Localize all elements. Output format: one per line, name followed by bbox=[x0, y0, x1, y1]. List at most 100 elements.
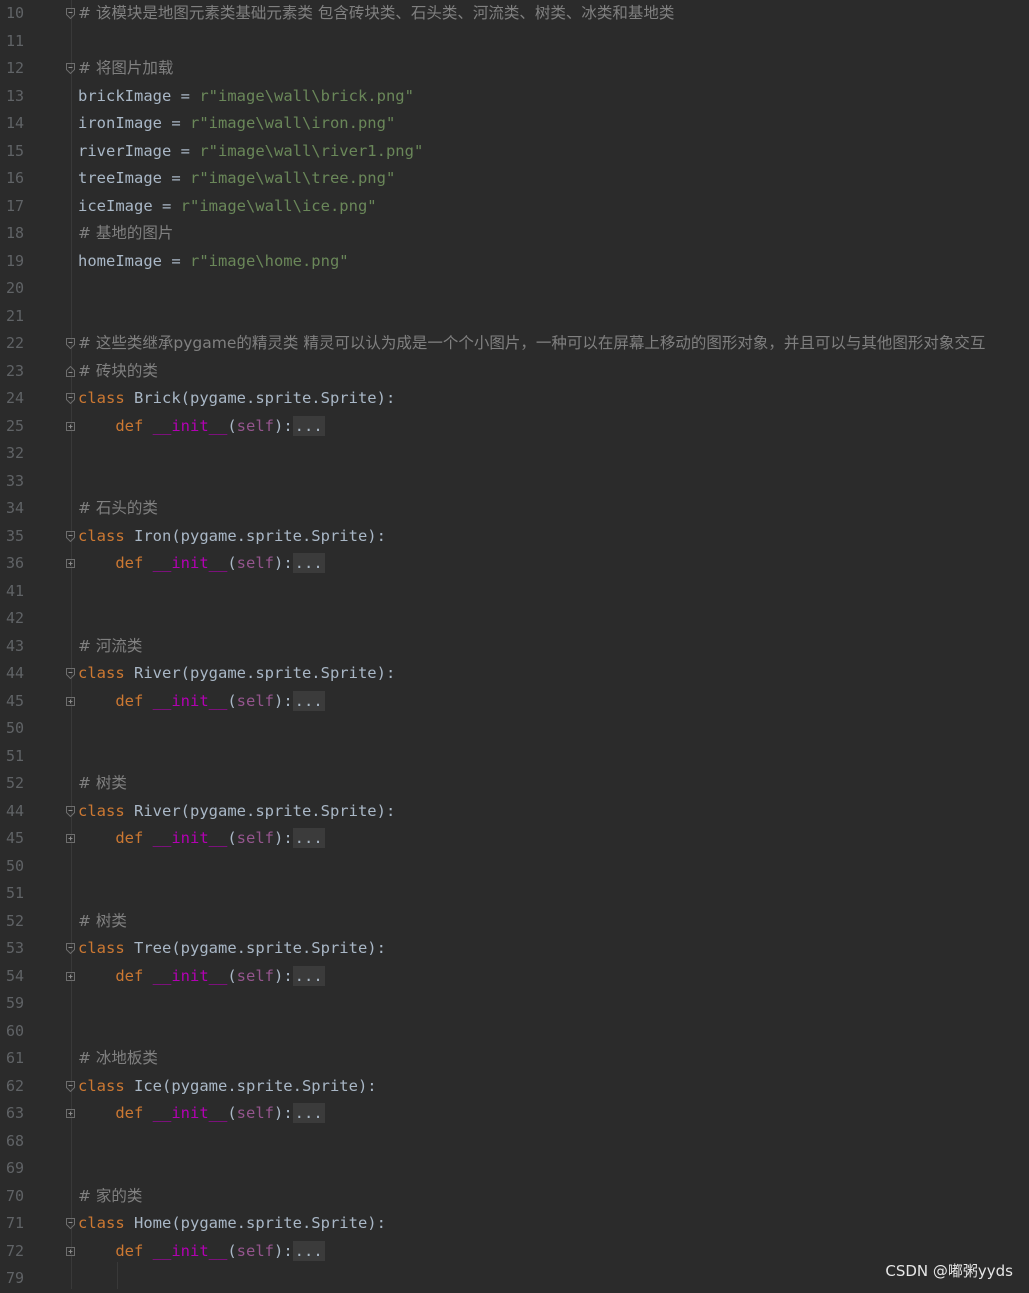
folded-ellipsis[interactable]: ... bbox=[292, 415, 325, 436]
folded-ellipsis[interactable]: ... bbox=[292, 553, 325, 573]
code-line[interactable]: 12 # 将图片加载 bbox=[0, 55, 1029, 83]
fold-open-icon[interactable] bbox=[66, 8, 75, 19]
line-number: 51 bbox=[5, 746, 24, 765]
code-text: iceImage = r"image\wall\ice.png" bbox=[78, 193, 377, 221]
code-line[interactable]: 59 bbox=[0, 990, 1029, 1018]
self-param: self bbox=[236, 554, 274, 572]
fold-expand-icon[interactable] bbox=[66, 696, 75, 707]
code-line[interactable]: 14 ironImage = r"image\wall\iron.png" bbox=[0, 110, 1029, 138]
comment: # 冰地板类 bbox=[78, 1049, 158, 1067]
code-line[interactable]: 62 class Ice(pygame.sprite.Sprite): bbox=[0, 1073, 1029, 1101]
code-line[interactable]: 11 bbox=[0, 28, 1029, 56]
fold-open-icon[interactable] bbox=[66, 1218, 75, 1229]
code-line[interactable]: 70 # 家的类 bbox=[0, 1183, 1029, 1211]
line-number: 36 bbox=[5, 554, 24, 572]
code-line[interactable]: 19 homeImage = r"image\home.png" bbox=[0, 248, 1029, 276]
folded-ellipsis[interactable]: ... bbox=[292, 965, 325, 986]
code-line[interactable]: 18 # 基地的图片 bbox=[0, 220, 1029, 248]
code-text: class Iron(pygame.sprite.Sprite): bbox=[78, 523, 386, 551]
folded-ellipsis[interactable]: ... bbox=[292, 690, 325, 711]
code-line[interactable]: 34 # 石头的类 bbox=[0, 495, 1029, 523]
fold-open-icon[interactable] bbox=[66, 1080, 75, 1092]
fold-expand-icon[interactable] bbox=[66, 1246, 75, 1257]
code-line[interactable]: 53 class Tree(pygame.sprite.Sprite): bbox=[0, 935, 1029, 963]
code-text: # 石头的类 bbox=[78, 495, 158, 523]
string-literal: r"image\wall\ice.png" bbox=[180, 196, 377, 215]
comment: # 该模块是地图元素类基础元素类 包含砖块类、石头类、河流类、树类、冰类和基地类 bbox=[78, 4, 675, 22]
code-line[interactable]: 42 bbox=[0, 605, 1029, 633]
code-line[interactable]: 61 # 冰地板类 bbox=[0, 1045, 1029, 1073]
code-line[interactable]: 51 bbox=[0, 880, 1029, 908]
code-editor[interactable]: 10 # 该模块是地图元素类基础元素类 包含砖块类、石头类、河流类、树类、冰类和基… bbox=[0, 0, 1029, 1289]
comment: # 石头的类 bbox=[78, 499, 158, 517]
fold-open-icon[interactable] bbox=[66, 63, 75, 74]
line-number: 22 bbox=[5, 334, 24, 352]
code-text: class Ice(pygame.sprite.Sprite): bbox=[78, 1073, 377, 1101]
fold-open-icon[interactable] bbox=[66, 668, 75, 679]
code-line[interactable]: 72 def __init__(self):... bbox=[0, 1238, 1029, 1266]
code-line[interactable]: 63 def __init__(self):... bbox=[0, 1100, 1029, 1128]
code-line[interactable]: 32 bbox=[0, 440, 1029, 468]
fold-open-icon[interactable] bbox=[66, 530, 75, 542]
code-line[interactable]: 24 class Brick(pygame.sprite.Sprite): bbox=[0, 385, 1029, 413]
fold-expand-icon[interactable] bbox=[66, 971, 75, 982]
fold-open-icon[interactable] bbox=[66, 338, 75, 349]
keyword: def bbox=[115, 829, 153, 847]
code-line[interactable]: 45 def __init__(self):... bbox=[0, 688, 1029, 716]
code-line[interactable]: 41 bbox=[0, 578, 1029, 606]
code-line[interactable]: 35 class Iron(pygame.sprite.Sprite): bbox=[0, 523, 1029, 551]
code-line[interactable]: 21 bbox=[0, 303, 1029, 331]
code-line[interactable]: 69 bbox=[0, 1155, 1029, 1183]
code-line[interactable]: 44 class River(pygame.sprite.Sprite): bbox=[0, 798, 1029, 826]
code-line[interactable]: 13 brickImage = r"image\wall\brick.png" bbox=[0, 83, 1029, 111]
line-number: 11 bbox=[5, 31, 24, 50]
code-line[interactable]: 50 bbox=[0, 853, 1029, 881]
code-line[interactable]: 22 # 这些类继承pygame的精灵类 精灵可以认为成是一个个小图片，一种可以在… bbox=[0, 330, 1029, 358]
code-token: ): bbox=[273, 416, 293, 435]
code-line[interactable]: 43 # 河流类 bbox=[0, 633, 1029, 661]
code-line[interactable]: 71 class Home(pygame.sprite.Sprite): bbox=[0, 1210, 1029, 1238]
code-line[interactable]: 44 class River(pygame.sprite.Sprite): bbox=[0, 660, 1029, 688]
line-number: 59 bbox=[5, 994, 24, 1012]
code-text: # 树类 bbox=[78, 908, 127, 936]
code-line[interactable]: 60 bbox=[0, 1018, 1029, 1046]
code-line[interactable]: 16 treeImage = r"image\wall\tree.png" bbox=[0, 165, 1029, 193]
code-line[interactable]: 33 bbox=[0, 468, 1029, 496]
code-line[interactable]: 52 # 树类 bbox=[0, 908, 1029, 936]
comment: # 砖块的类 bbox=[78, 361, 158, 380]
keyword: class bbox=[78, 801, 134, 820]
code-line[interactable]: 25 def __init__(self):... bbox=[0, 413, 1029, 441]
code-line[interactable]: 15 riverImage = r"image\wall\river1.png" bbox=[0, 138, 1029, 166]
folded-ellipsis[interactable]: ... bbox=[292, 1240, 325, 1261]
code-line[interactable]: 23 # 砖块的类 bbox=[0, 358, 1029, 386]
line-number: 63 bbox=[5, 1104, 24, 1122]
fold-expand-icon[interactable] bbox=[66, 421, 75, 432]
code-token: Home(pygame.sprite.Sprite): bbox=[134, 1214, 386, 1232]
code-line[interactable]: 10 # 该模块是地图元素类基础元素类 包含砖块类、石头类、河流类、树类、冰类和基… bbox=[0, 0, 1029, 28]
dunder-name: __init__ bbox=[152, 1104, 228, 1122]
fold-expand-icon[interactable] bbox=[66, 558, 75, 569]
code-line[interactable]: 17 iceImage = r"image\wall\ice.png" bbox=[0, 193, 1029, 221]
code-line[interactable]: 45 def __init__(self):... bbox=[0, 825, 1029, 853]
code-line[interactable]: 52 # 树类 bbox=[0, 770, 1029, 798]
fold-open-icon[interactable] bbox=[66, 805, 75, 817]
fold-open-icon[interactable] bbox=[66, 393, 75, 404]
fold-expand-icon[interactable] bbox=[66, 833, 75, 844]
code-text: class Home(pygame.sprite.Sprite): bbox=[78, 1210, 386, 1238]
folded-ellipsis[interactable]: ... bbox=[292, 1103, 325, 1123]
code-text: # 将图片加载 bbox=[78, 55, 173, 83]
code-line[interactable]: 36 def __init__(self):... bbox=[0, 550, 1029, 578]
fold-open-icon[interactable] bbox=[66, 943, 75, 954]
code-line[interactable]: 68 bbox=[0, 1128, 1029, 1156]
code-line[interactable]: 50 bbox=[0, 715, 1029, 743]
code-line[interactable]: 54 def __init__(self):... bbox=[0, 963, 1029, 991]
comment: # 将图片加载 bbox=[78, 59, 174, 77]
code-line[interactable]: 79 bbox=[0, 1265, 1029, 1293]
fold-end-icon[interactable] bbox=[66, 365, 75, 377]
fold-expand-icon[interactable] bbox=[66, 1108, 75, 1119]
folded-ellipsis[interactable]: ... bbox=[292, 828, 325, 848]
line-number: 69 bbox=[5, 1159, 24, 1177]
code-line[interactable]: 51 bbox=[0, 743, 1029, 771]
code-line[interactable]: 20 bbox=[0, 275, 1029, 303]
